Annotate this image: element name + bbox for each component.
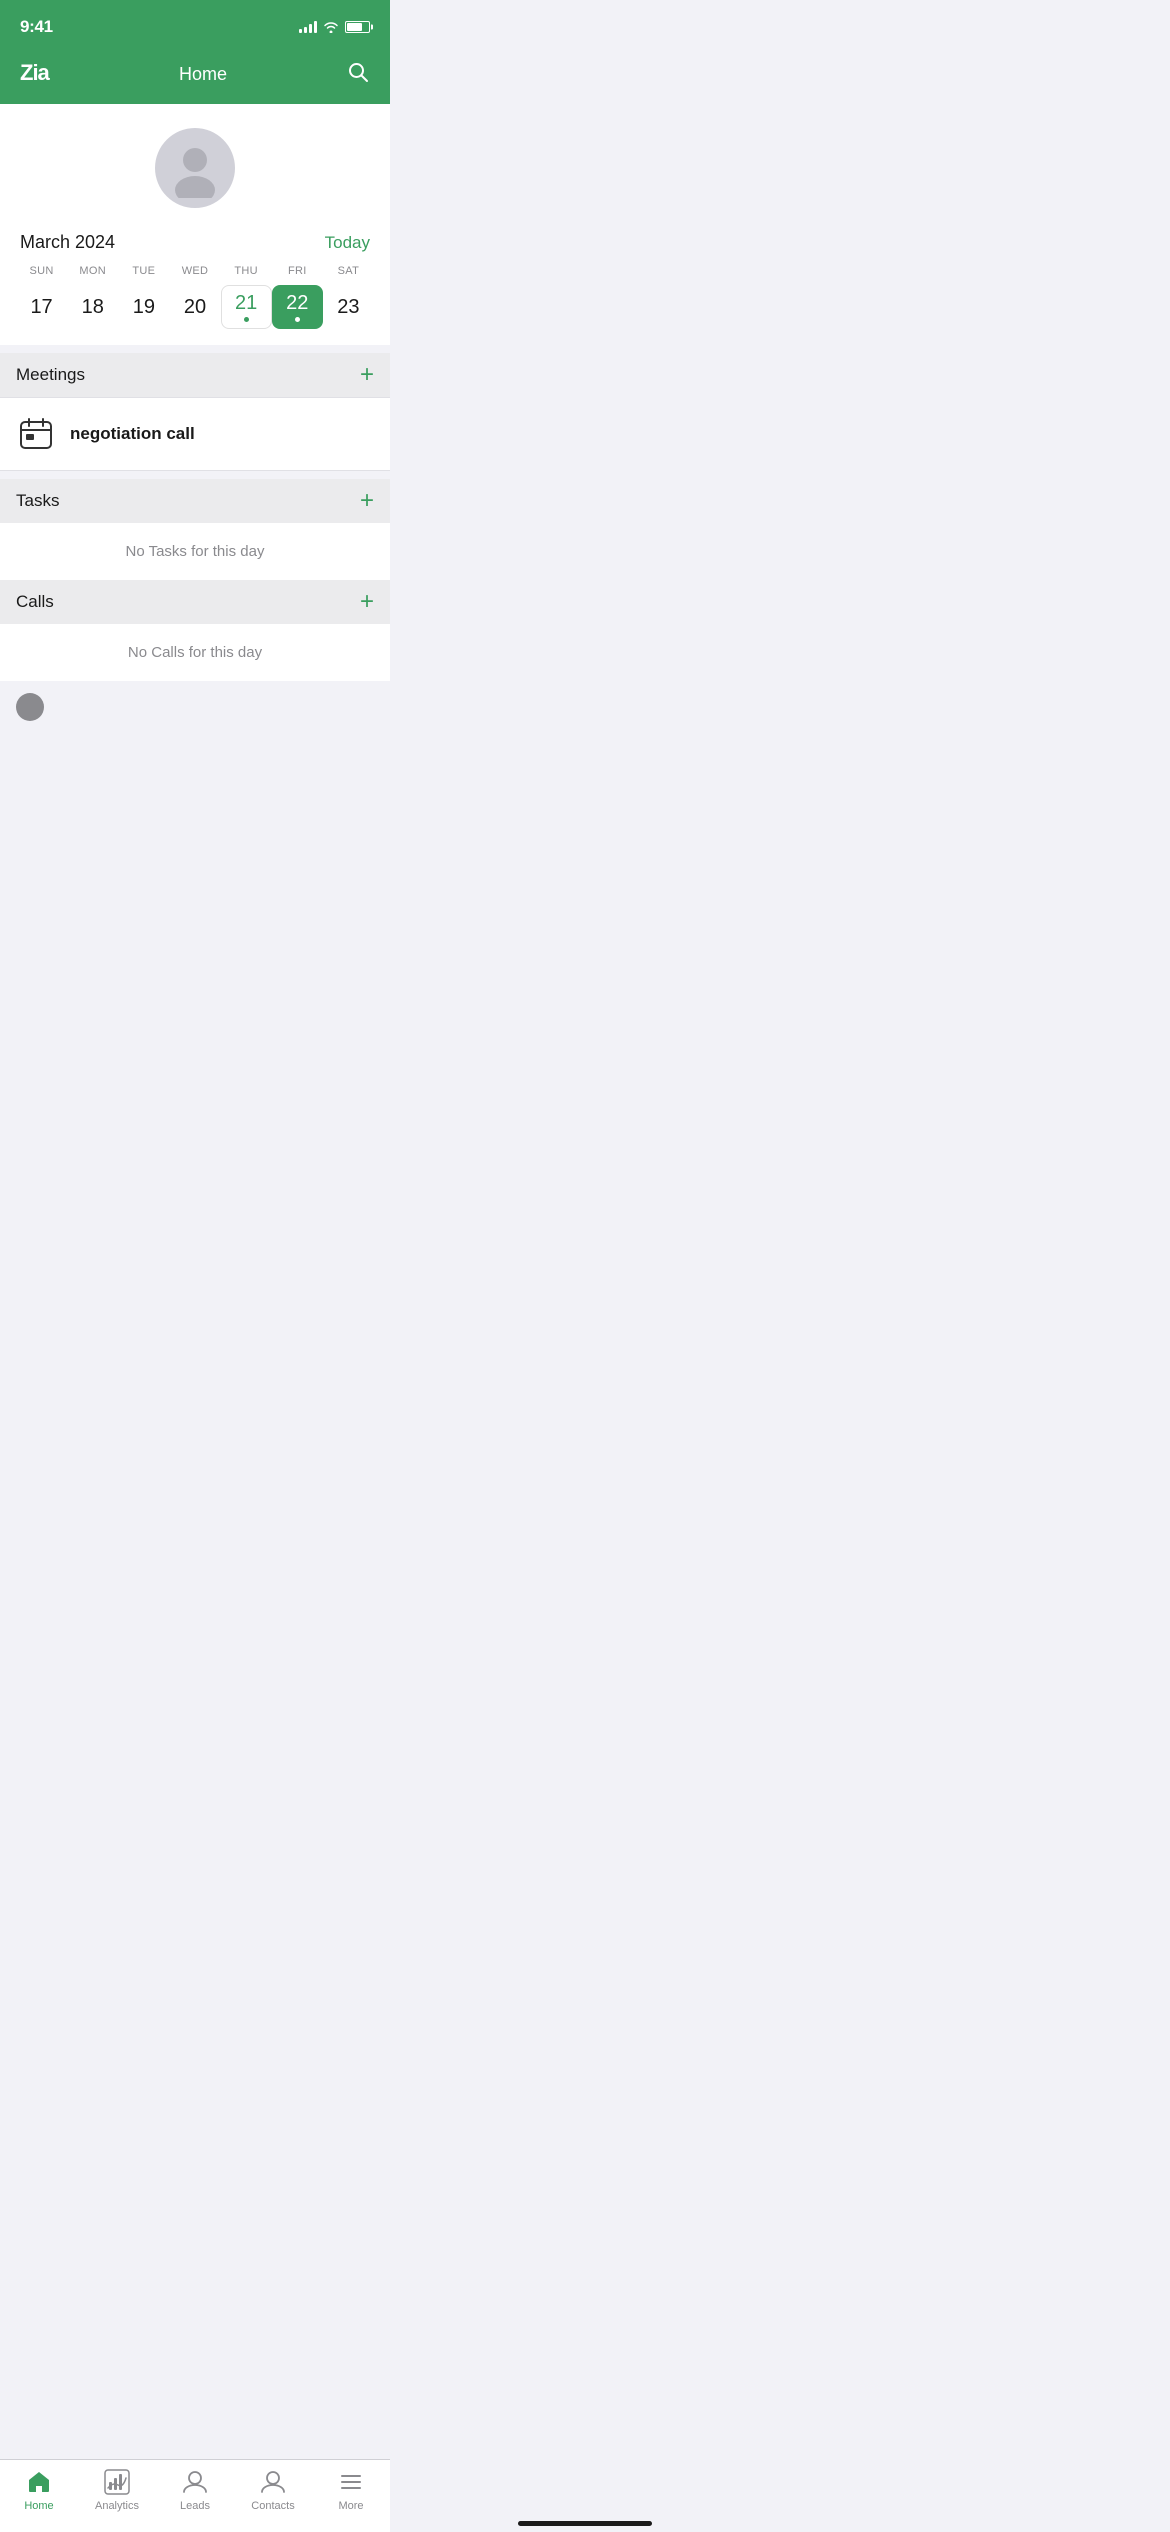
tab-home-label: Home (24, 2500, 53, 2512)
status-time: 9:41 (20, 17, 53, 37)
day-fri: FRI (272, 265, 323, 277)
more-icon (337, 2468, 365, 2496)
meeting-item[interactable]: negotiation call (0, 398, 390, 470)
meeting-title: negotiation call (70, 424, 195, 444)
calls-section-header: Calls + (0, 580, 390, 624)
status-icons (299, 21, 370, 33)
page-title: Home (179, 64, 227, 85)
tasks-title: Tasks (16, 491, 59, 511)
cal-dot-21 (244, 317, 249, 322)
wifi-icon (323, 21, 339, 33)
cal-date-20[interactable]: 20 (169, 285, 220, 329)
cal-date-21[interactable]: 21 (221, 285, 272, 329)
today-button[interactable]: Today (325, 233, 370, 253)
avatar-section (0, 104, 390, 224)
calendar-header: March 2024 Today (16, 224, 374, 265)
meetings-section-header: Meetings + (0, 353, 390, 397)
meetings-title: Meetings (16, 365, 85, 385)
tab-bar: Home Analytics Leads (0, 2459, 390, 2532)
scroll-indicator (0, 681, 390, 733)
add-call-button[interactable]: + (360, 590, 374, 614)
calls-empty: No Calls for this day (0, 624, 390, 681)
calendar-month: March 2024 (20, 232, 115, 253)
calls-title: Calls (16, 592, 54, 612)
home-icon (25, 2468, 53, 2496)
day-thu: THU (221, 265, 272, 277)
tab-analytics[interactable]: Analytics (87, 2468, 147, 2512)
tab-leads[interactable]: Leads (165, 2468, 225, 2512)
avatar (155, 128, 235, 208)
status-bar: 9:41 (0, 0, 390, 48)
meeting-calendar-icon (16, 414, 56, 454)
home-indicator (518, 2521, 652, 2526)
tab-contacts[interactable]: Contacts (243, 2468, 303, 2512)
cal-date-18[interactable]: 18 (67, 285, 118, 329)
cal-date-22[interactable]: 22 (272, 285, 323, 329)
tab-analytics-label: Analytics (95, 2500, 139, 2512)
content-spacer (0, 733, 390, 933)
day-sat: SAT (323, 265, 374, 277)
zia-logo[interactable]: Zia (20, 56, 60, 92)
tab-more-label: More (338, 2500, 363, 2512)
cal-dot-22 (295, 317, 300, 322)
leads-icon (181, 2468, 209, 2496)
cal-date-17[interactable]: 17 (16, 285, 67, 329)
tab-home[interactable]: Home (9, 2468, 69, 2512)
search-button[interactable] (346, 60, 370, 89)
tab-more[interactable]: More (321, 2468, 381, 2512)
tasks-section-header: Tasks + (0, 479, 390, 523)
contacts-icon (259, 2468, 287, 2496)
day-tue: TUE (118, 265, 169, 277)
signal-icon (299, 21, 317, 33)
scroll-dot (16, 693, 44, 721)
analytics-icon (103, 2468, 131, 2496)
tab-leads-label: Leads (180, 2500, 210, 2512)
day-wed: WED (169, 265, 220, 277)
day-sun: SUN (16, 265, 67, 277)
calendar-section: March 2024 Today SUN MON TUE WED THU FRI… (0, 224, 390, 345)
tab-contacts-label: Contacts (251, 2500, 294, 2512)
day-mon: MON (67, 265, 118, 277)
battery-icon (345, 21, 370, 33)
add-meeting-button[interactable]: + (360, 363, 374, 387)
calendar-days-header: SUN MON TUE WED THU FRI SAT (16, 265, 374, 277)
nav-bar: Zia Home (0, 48, 390, 104)
add-task-button[interactable]: + (360, 489, 374, 513)
calendar-dates: 17 18 19 20 21 22 23 (16, 285, 374, 329)
cal-date-19[interactable]: 19 (118, 285, 169, 329)
tasks-empty: No Tasks for this day (0, 523, 390, 580)
svg-text:Zia: Zia (20, 60, 51, 85)
cal-date-23[interactable]: 23 (323, 285, 374, 329)
meeting-item-divider (0, 470, 390, 471)
